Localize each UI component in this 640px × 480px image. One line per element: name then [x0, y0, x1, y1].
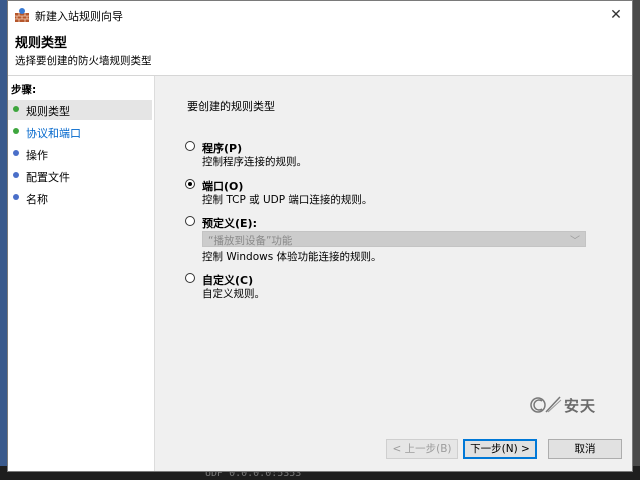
- predefined-select[interactable]: “播放到设备”功能 ﹀: [202, 231, 586, 247]
- step-bullet-icon: [13, 172, 19, 178]
- program-radio[interactable]: [185, 141, 195, 151]
- option-description: 控制 Windows 体验功能连接的规则。: [202, 251, 382, 263]
- sidebar-item-protocol-ports[interactable]: 协议和端口: [8, 122, 152, 142]
- sidebar-item-label: 名称: [26, 193, 48, 206]
- sidebar-item-label: 协议和端口: [26, 127, 81, 140]
- step-bullet-icon: [13, 194, 19, 200]
- title-bar[interactable]: 新建入站规则向导 ✕: [8, 1, 632, 29]
- firewall-wall-icon: [15, 8, 29, 22]
- wizard-window: 新建入站规则向导 ✕ 规则类型 选择要创建的防火墙规则类型 步骤: 规则类型 协…: [7, 0, 633, 472]
- page-title: 规则类型: [15, 36, 68, 51]
- steps-heading: 步骤:: [11, 84, 37, 96]
- watermark-text: 安天: [564, 397, 597, 415]
- option-label: 预定义(E):: [202, 217, 257, 230]
- sidebar-item-label: 配置文件: [26, 171, 70, 184]
- sidebar-item-rule-type[interactable]: 规则类型: [8, 100, 152, 120]
- rule-type-prompt: 要创建的规则类型: [187, 100, 275, 113]
- desktop-right-edge: [632, 0, 640, 480]
- sidebar-item-profile[interactable]: 配置文件: [8, 166, 152, 186]
- sidebar-item-name[interactable]: 名称: [8, 188, 152, 208]
- custom-radio[interactable]: [185, 273, 195, 283]
- sidebar-item-label: 操作: [26, 149, 48, 162]
- step-bullet-icon: [13, 128, 19, 134]
- option-description: 控制 TCP 或 UDP 端口连接的规则。: [202, 194, 373, 206]
- predefined-radio[interactable]: [185, 216, 195, 226]
- window-title: 新建入站规则向导: [35, 10, 123, 23]
- step-bullet-icon: [13, 106, 19, 112]
- steps-sidebar: 步骤: 规则类型 协议和端口 操作 配置文件 名称: [8, 76, 155, 471]
- sidebar-item-label: 规则类型: [26, 105, 70, 118]
- main-content: 要创建的规则类型 程序(P) 控制程序连接的规则。 端口(O) 控制 TCP 或…: [158, 76, 632, 471]
- next-button[interactable]: 下一步(N) >: [463, 439, 537, 459]
- sidebar-item-action[interactable]: 操作: [8, 144, 152, 164]
- close-icon[interactable]: ✕: [606, 5, 626, 25]
- option-description: 自定义规则。: [202, 288, 265, 300]
- step-bullet-icon: [13, 150, 19, 156]
- watermark-logo: 安天: [530, 394, 602, 416]
- antiy-logo-icon: [530, 396, 562, 413]
- cancel-button[interactable]: 取消: [548, 439, 622, 459]
- page-header: 规则类型 选择要创建的防火墙规则类型: [8, 29, 632, 76]
- chevron-down-icon: ﹀: [570, 236, 580, 247]
- port-radio[interactable]: [185, 179, 195, 189]
- option-description: 控制程序连接的规则。: [202, 156, 307, 168]
- back-button[interactable]: < 上一步(B): [386, 439, 458, 459]
- predefined-select-value: “播放到设备”功能: [208, 235, 293, 247]
- page-subtitle: 选择要创建的防火墙规则类型: [15, 55, 152, 67]
